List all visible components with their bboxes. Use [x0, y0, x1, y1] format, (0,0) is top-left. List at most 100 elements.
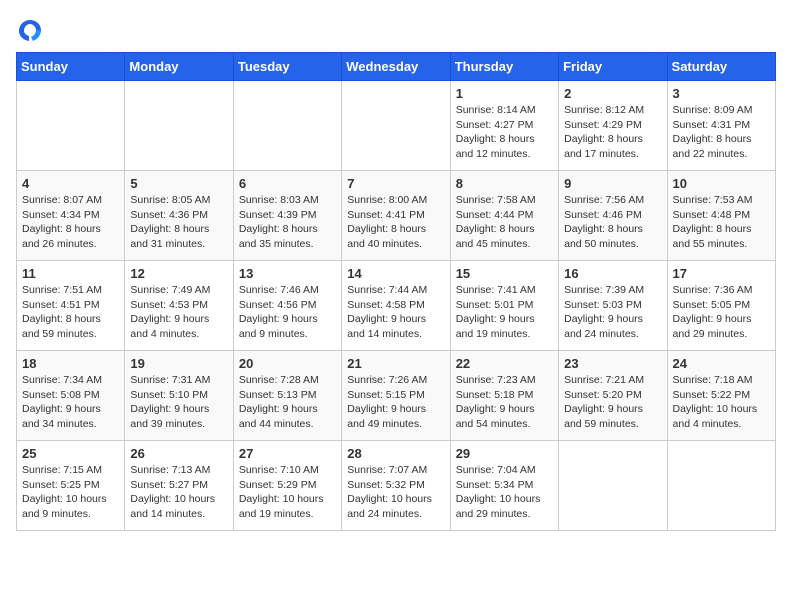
calendar-table: SundayMondayTuesdayWednesdayThursdayFrid…	[16, 52, 776, 531]
day-number: 25	[22, 446, 119, 461]
day-number: 22	[456, 356, 553, 371]
calendar-cell: 3 Sunrise: 8:09 AM Sunset: 4:31 PM Daylig…	[667, 81, 775, 171]
day-info: Sunrise: 7:26 AM Sunset: 5:15 PM Dayligh…	[347, 373, 444, 432]
day-header-wednesday: Wednesday	[342, 53, 450, 81]
day-number: 5	[130, 176, 227, 191]
day-number: 7	[347, 176, 444, 191]
day-info: Sunrise: 8:14 AM Sunset: 4:27 PM Dayligh…	[456, 103, 553, 162]
day-info: Sunrise: 7:13 AM Sunset: 5:27 PM Dayligh…	[130, 463, 227, 522]
day-number: 9	[564, 176, 661, 191]
calendar-cell: 12 Sunrise: 7:49 AM Sunset: 4:53 PM Dayli…	[125, 261, 233, 351]
day-number: 21	[347, 356, 444, 371]
day-info: Sunrise: 8:07 AM Sunset: 4:34 PM Dayligh…	[22, 193, 119, 252]
day-number: 24	[673, 356, 770, 371]
day-number: 15	[456, 266, 553, 281]
calendar-cell	[233, 81, 341, 171]
calendar-cell: 25 Sunrise: 7:15 AM Sunset: 5:25 PM Dayli…	[17, 441, 125, 531]
calendar-cell: 22 Sunrise: 7:23 AM Sunset: 5:18 PM Dayli…	[450, 351, 558, 441]
day-info: Sunrise: 7:10 AM Sunset: 5:29 PM Dayligh…	[239, 463, 336, 522]
calendar-cell: 1 Sunrise: 8:14 AM Sunset: 4:27 PM Daylig…	[450, 81, 558, 171]
day-number: 3	[673, 86, 770, 101]
calendar-week-row: 4 Sunrise: 8:07 AM Sunset: 4:34 PM Daylig…	[17, 171, 776, 261]
day-info: Sunrise: 8:09 AM Sunset: 4:31 PM Dayligh…	[673, 103, 770, 162]
calendar-cell: 24 Sunrise: 7:18 AM Sunset: 5:22 PM Dayli…	[667, 351, 775, 441]
calendar-week-row: 11Sunrise: 7:51 AM Sunset: 4:51 PM Dayli…	[17, 261, 776, 351]
calendar-cell: 26 Sunrise: 7:13 AM Sunset: 5:27 PM Dayli…	[125, 441, 233, 531]
day-number: 26	[130, 446, 227, 461]
calendar-cell: 5 Sunrise: 8:05 AM Sunset: 4:36 PM Daylig…	[125, 171, 233, 261]
calendar-cell: 29 Sunrise: 7:04 AM Sunset: 5:34 PM Dayli…	[450, 441, 558, 531]
day-header-monday: Monday	[125, 53, 233, 81]
calendar-cell: 23 Sunrise: 7:21 AM Sunset: 5:20 PM Dayli…	[559, 351, 667, 441]
calendar-week-row: 1 Sunrise: 8:14 AM Sunset: 4:27 PM Daylig…	[17, 81, 776, 171]
day-info: Sunrise: 7:56 AM Sunset: 4:46 PM Dayligh…	[564, 193, 661, 252]
calendar-cell	[667, 441, 775, 531]
day-info: Sunrise: 7:49 AM Sunset: 4:53 PM Dayligh…	[130, 283, 227, 342]
day-info: Sunrise: 7:21 AM Sunset: 5:20 PM Dayligh…	[564, 373, 661, 432]
calendar-cell: 28Sunrise: 7:07 AM Sunset: 5:32 PM Dayli…	[342, 441, 450, 531]
day-number: 17	[673, 266, 770, 281]
day-info: Sunrise: 8:12 AM Sunset: 4:29 PM Dayligh…	[564, 103, 661, 162]
calendar-cell: 4 Sunrise: 8:07 AM Sunset: 4:34 PM Daylig…	[17, 171, 125, 261]
day-info: Sunrise: 7:51 AM Sunset: 4:51 PM Dayligh…	[22, 283, 119, 342]
calendar-cell: 14Sunrise: 7:44 AM Sunset: 4:58 PM Dayli…	[342, 261, 450, 351]
day-number: 6	[239, 176, 336, 191]
day-info: Sunrise: 7:15 AM Sunset: 5:25 PM Dayligh…	[22, 463, 119, 522]
calendar-cell	[125, 81, 233, 171]
calendar-cell: 7 Sunrise: 8:00 AM Sunset: 4:41 PM Daylig…	[342, 171, 450, 261]
day-header-saturday: Saturday	[667, 53, 775, 81]
day-info: Sunrise: 7:39 AM Sunset: 5:03 PM Dayligh…	[564, 283, 661, 342]
day-number: 29	[456, 446, 553, 461]
day-header-thursday: Thursday	[450, 53, 558, 81]
day-info: Sunrise: 7:41 AM Sunset: 5:01 PM Dayligh…	[456, 283, 553, 342]
day-info: Sunrise: 7:34 AM Sunset: 5:08 PM Dayligh…	[22, 373, 119, 432]
day-info: Sunrise: 7:44 AM Sunset: 4:58 PM Dayligh…	[347, 283, 444, 342]
day-info: Sunrise: 7:31 AM Sunset: 5:10 PM Dayligh…	[130, 373, 227, 432]
day-number: 13	[239, 266, 336, 281]
day-info: Sunrise: 7:23 AM Sunset: 5:18 PM Dayligh…	[456, 373, 553, 432]
calendar-cell: 10Sunrise: 7:53 AM Sunset: 4:48 PM Dayli…	[667, 171, 775, 261]
day-number: 16	[564, 266, 661, 281]
day-info: Sunrise: 7:53 AM Sunset: 4:48 PM Dayligh…	[673, 193, 770, 252]
day-number: 12	[130, 266, 227, 281]
day-number: 27	[239, 446, 336, 461]
day-number: 1	[456, 86, 553, 101]
day-info: Sunrise: 7:58 AM Sunset: 4:44 PM Dayligh…	[456, 193, 553, 252]
day-info: Sunrise: 8:00 AM Sunset: 4:41 PM Dayligh…	[347, 193, 444, 252]
day-header-sunday: Sunday	[17, 53, 125, 81]
day-number: 23	[564, 356, 661, 371]
calendar-cell: 6 Sunrise: 8:03 AM Sunset: 4:39 PM Daylig…	[233, 171, 341, 261]
calendar-cell: 13 Sunrise: 7:46 AM Sunset: 4:56 PM Dayli…	[233, 261, 341, 351]
day-number: 20	[239, 356, 336, 371]
calendar-cell: 2 Sunrise: 8:12 AM Sunset: 4:29 PM Daylig…	[559, 81, 667, 171]
calendar-cell	[17, 81, 125, 171]
day-info: Sunrise: 7:46 AM Sunset: 4:56 PM Dayligh…	[239, 283, 336, 342]
calendar-cell: 17 Sunrise: 7:36 AM Sunset: 5:05 PM Dayli…	[667, 261, 775, 351]
day-info: Sunrise: 8:05 AM Sunset: 4:36 PM Dayligh…	[130, 193, 227, 252]
day-number: 4	[22, 176, 119, 191]
calendar-header-row: SundayMondayTuesdayWednesdayThursdayFrid…	[17, 53, 776, 81]
day-number: 19	[130, 356, 227, 371]
logo-icon	[16, 16, 44, 44]
calendar-cell: 9 Sunrise: 7:56 AM Sunset: 4:46 PM Daylig…	[559, 171, 667, 261]
calendar-cell	[342, 81, 450, 171]
calendar-cell: 20Sunrise: 7:28 AM Sunset: 5:13 PM Dayli…	[233, 351, 341, 441]
day-number: 2	[564, 86, 661, 101]
calendar-cell: 11Sunrise: 7:51 AM Sunset: 4:51 PM Dayli…	[17, 261, 125, 351]
page-header	[16, 16, 776, 44]
calendar-cell: 8Sunrise: 7:58 AM Sunset: 4:44 PM Daylig…	[450, 171, 558, 261]
calendar-cell: 19 Sunrise: 7:31 AM Sunset: 5:10 PM Dayli…	[125, 351, 233, 441]
day-info: Sunrise: 7:07 AM Sunset: 5:32 PM Dayligh…	[347, 463, 444, 522]
logo	[16, 16, 48, 44]
day-info: Sunrise: 7:18 AM Sunset: 5:22 PM Dayligh…	[673, 373, 770, 432]
calendar-cell: 15 Sunrise: 7:41 AM Sunset: 5:01 PM Dayli…	[450, 261, 558, 351]
day-info: Sunrise: 7:36 AM Sunset: 5:05 PM Dayligh…	[673, 283, 770, 342]
day-number: 18	[22, 356, 119, 371]
day-info: Sunrise: 7:04 AM Sunset: 5:34 PM Dayligh…	[456, 463, 553, 522]
calendar-week-row: 25 Sunrise: 7:15 AM Sunset: 5:25 PM Dayli…	[17, 441, 776, 531]
day-info: Sunrise: 8:03 AM Sunset: 4:39 PM Dayligh…	[239, 193, 336, 252]
calendar-cell: 16 Sunrise: 7:39 AM Sunset: 5:03 PM Dayli…	[559, 261, 667, 351]
calendar-cell: 21 Sunrise: 7:26 AM Sunset: 5:15 PM Dayli…	[342, 351, 450, 441]
calendar-week-row: 18 Sunrise: 7:34 AM Sunset: 5:08 PM Dayli…	[17, 351, 776, 441]
calendar-cell: 27 Sunrise: 7:10 AM Sunset: 5:29 PM Dayli…	[233, 441, 341, 531]
